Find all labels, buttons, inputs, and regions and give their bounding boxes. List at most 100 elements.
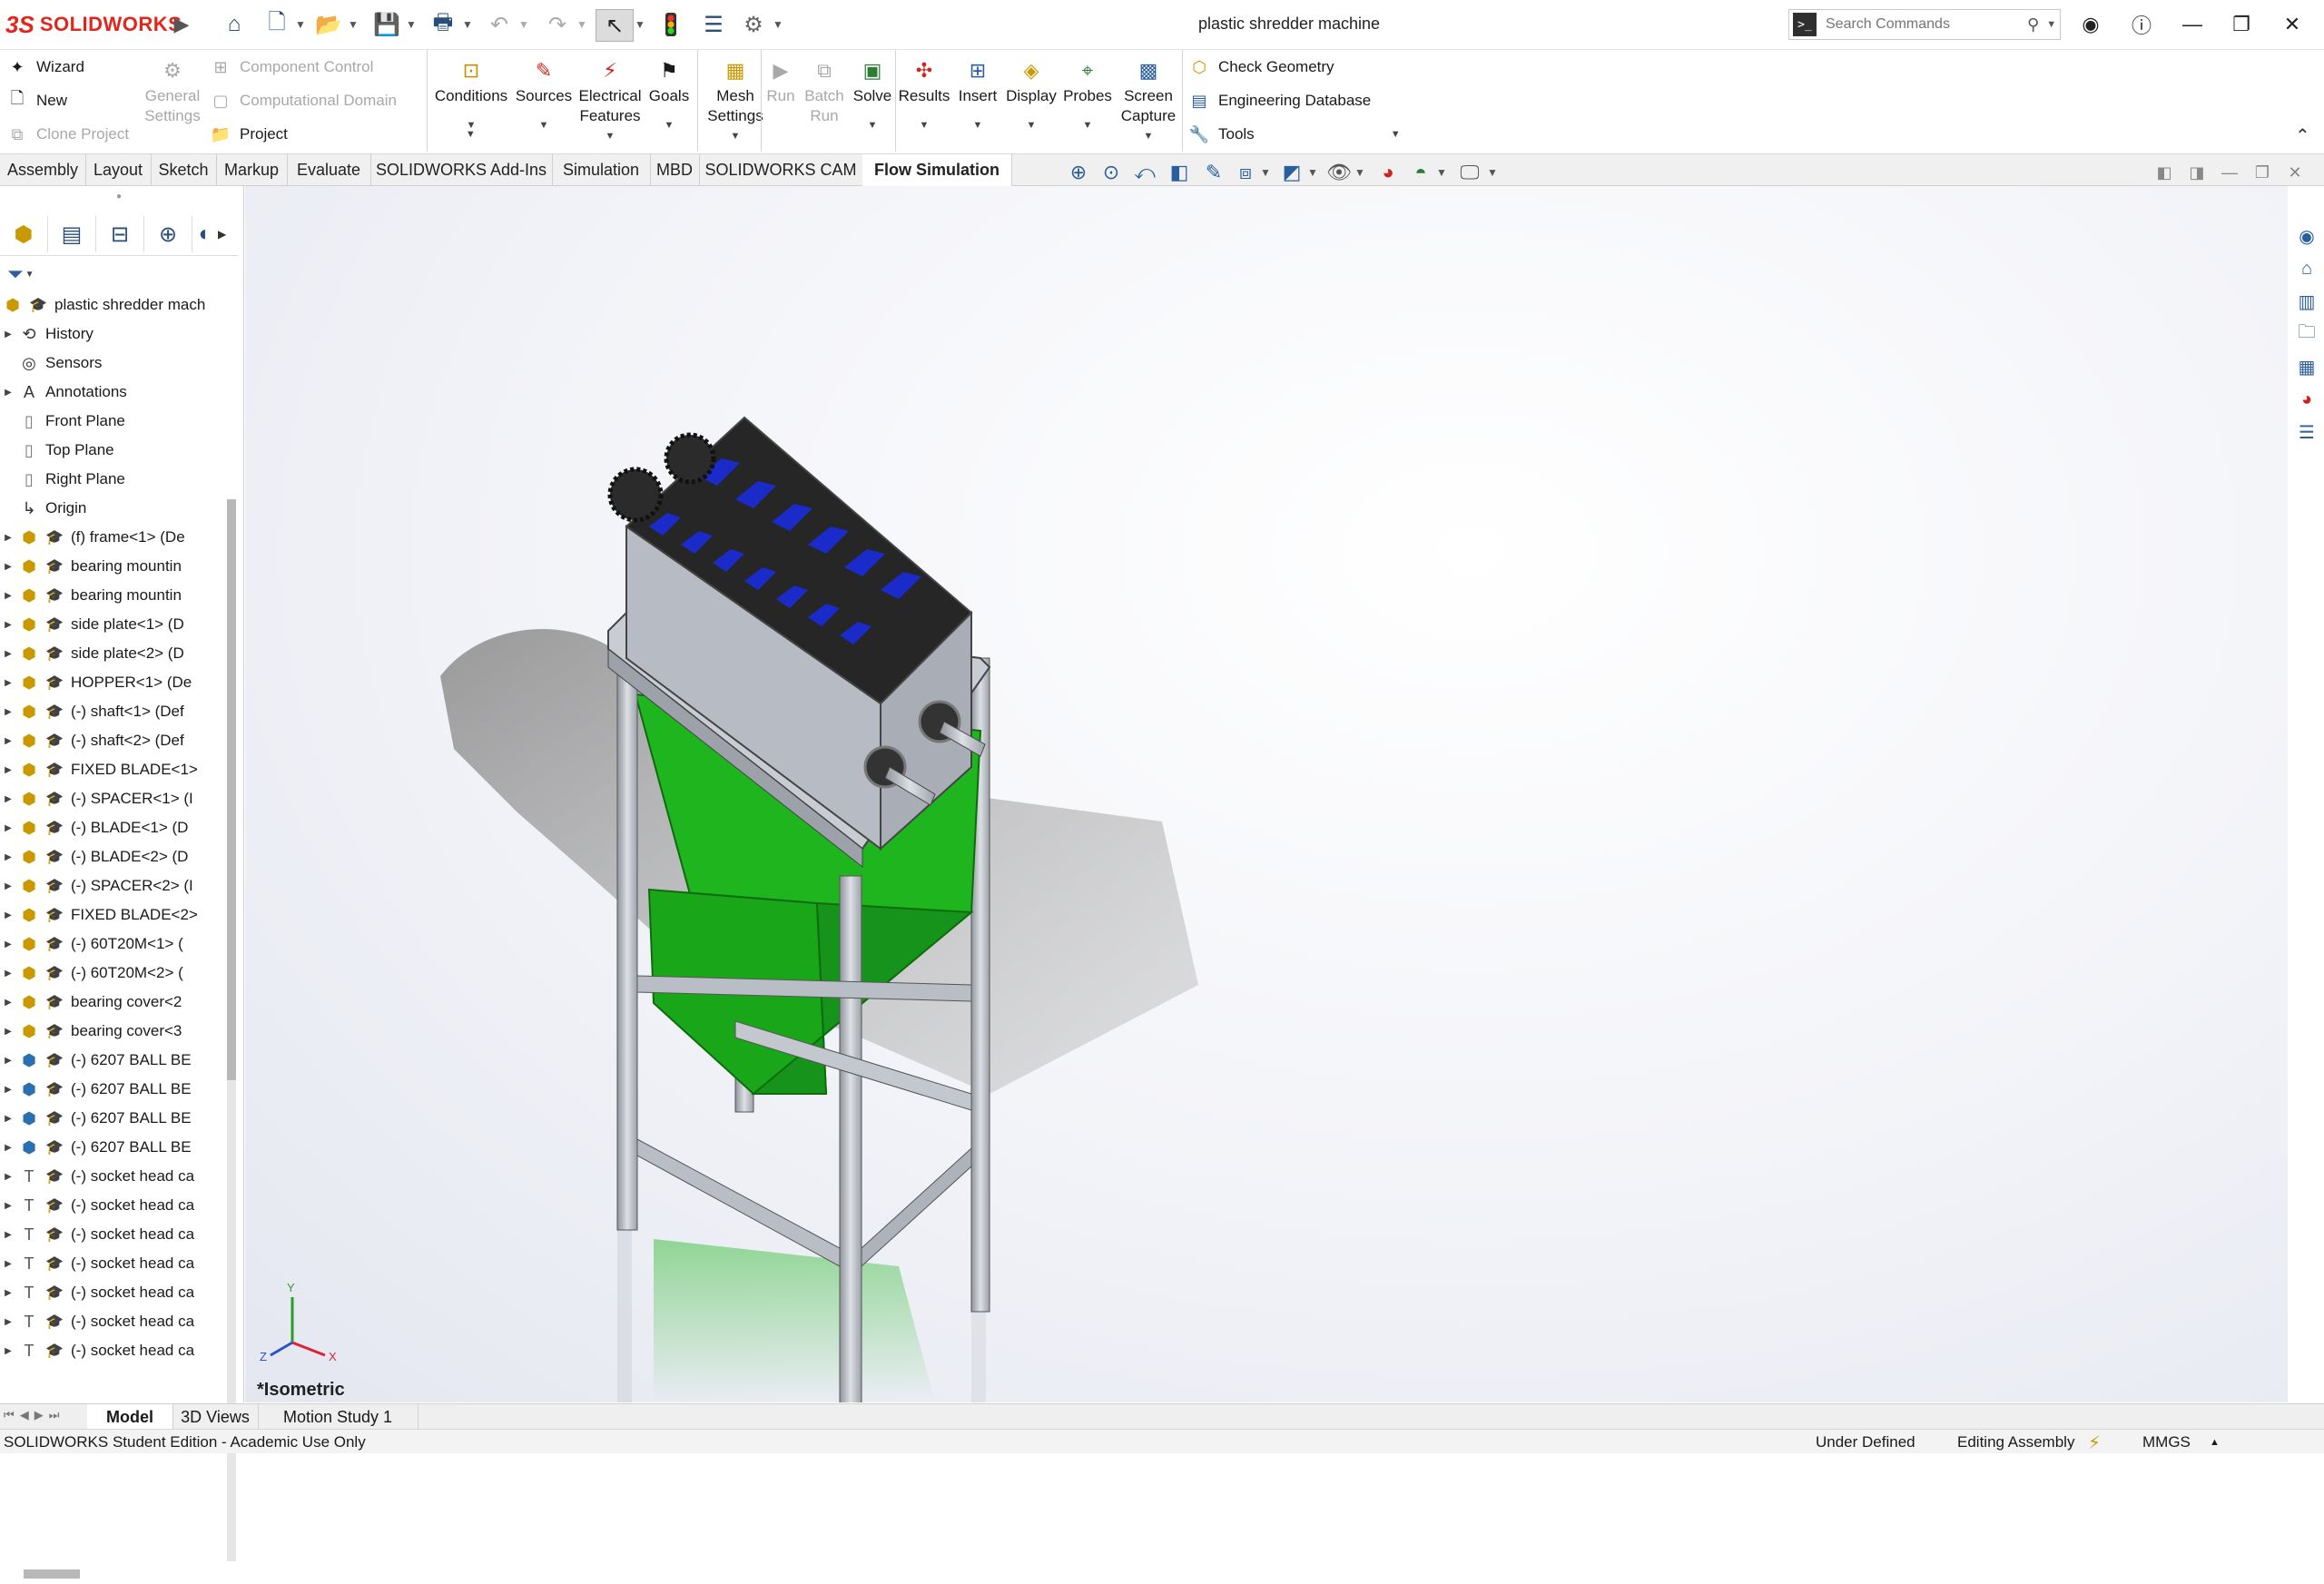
check-geometry-button[interactable]: ⬡ Check Geometry [1189, 52, 1334, 83]
mesh-settings-dropdown-icon[interactable]: ▼ [731, 126, 741, 146]
view-settings-monitor-icon[interactable]: 🖵 [1452, 161, 1487, 184]
clone-project-button[interactable]: ⧉ Clone Project [7, 119, 130, 150]
home-icon[interactable]: ⌂ [218, 9, 251, 40]
restore-window-icon[interactable]: ❐ [2222, 7, 2260, 42]
tree-item[interactable]: ▶ T 🎓 (-) socket head ca [0, 1191, 225, 1220]
viewport-close-icon[interactable]: ✕ [2279, 163, 2311, 182]
expand-arrow-icon[interactable]: ▶ [0, 678, 16, 688]
save-dropdown-icon[interactable]: ▼ [405, 9, 418, 40]
tree-item[interactable]: ▶ ⬢ 🎓 (-) SPACER<1> (I [0, 784, 225, 813]
rebuild-traffic-light-icon[interactable] [655, 9, 686, 40]
tab-evaluate[interactable]: Evaluate [287, 154, 371, 185]
display-style-dropdown-icon[interactable]: ▼ [1307, 166, 1324, 179]
solve-button[interactable]: ▣ Solve ▼ [852, 57, 893, 135]
solve-dropdown-icon[interactable]: ▼ [868, 115, 878, 135]
expand-arrow-icon[interactable]: ▶ [0, 1201, 16, 1211]
tree-item[interactable]: ▶ T 🎓 (-) socket head ca [0, 1162, 225, 1191]
appearances-icon[interactable]: ◕ [2292, 386, 2321, 413]
wizard-button[interactable]: ✦ Wizard [7, 52, 84, 83]
solidworks-logo[interactable]: 3S SOLIDWORKS [5, 11, 182, 38]
expand-arrow-icon[interactable]: ▶ [0, 881, 16, 891]
tree-item[interactable]: ▶ ⬢ 🎓 (-) shaft<1> (Def [0, 697, 225, 726]
tree-item[interactable]: ▶ T 🎓 (-) socket head ca [0, 1249, 225, 1278]
tabs-scroll-right-icon[interactable]: ▶ [218, 228, 226, 241]
sources-dropdown-icon[interactable]: ▼ [539, 115, 549, 135]
tab-sketch[interactable]: Sketch [151, 154, 217, 185]
expand-arrow-icon[interactable]: ▶ [0, 649, 16, 659]
display-dropdown-icon[interactable]: ▼ [1027, 115, 1037, 135]
file-properties-icon[interactable]: ☰ [697, 9, 730, 40]
insert-dropdown-icon[interactable]: ▼ [973, 115, 983, 135]
results-button[interactable]: ✣ Results ▼ [899, 57, 950, 135]
tree-item[interactable]: ▶ ⬢ 🎓 (-) 6207 BALL BE [0, 1075, 225, 1104]
tab-assembly[interactable]: Assembly [0, 154, 86, 185]
tree-item[interactable]: ▶ ⬢ 🎓 FIXED BLADE<1> [0, 755, 225, 784]
property-manager-icon[interactable]: ▤ [48, 216, 96, 252]
filter-funnel-icon[interactable]: ⏷ [7, 262, 24, 286]
tree-item[interactable]: ▶ ⬢ 🎓 bearing mountin [0, 552, 225, 581]
display-style-icon[interactable]: ◩ [1276, 161, 1307, 184]
search-commands-box[interactable]: >_ ⚲ ▼ [1788, 9, 2061, 40]
dimxpert-manager-icon[interactable]: ⊕ [144, 216, 192, 252]
batch-run-button[interactable]: ⧉ Batch Run [799, 57, 850, 126]
tab-model[interactable]: Model [87, 1404, 173, 1430]
expand-arrow-icon[interactable]: ▶ [0, 736, 16, 746]
expand-arrow-icon[interactable]: ▶ [0, 823, 16, 833]
expand-arrow-icon[interactable]: ▶ [0, 852, 16, 862]
print-dropdown-icon[interactable]: ▼ [461, 9, 474, 40]
close-window-icon[interactable]: ✕ [2273, 7, 2311, 42]
goals-dropdown-icon[interactable]: ▼ [665, 115, 675, 135]
hide-show-dropdown-icon[interactable]: ▼ [1354, 166, 1371, 179]
solidworks-resources-icon[interactable]: ◉ [2292, 222, 2321, 250]
tree-item[interactable]: ▶ ⬢ 🎓 (-) 60T20M<2> ( [0, 959, 225, 988]
tree-item[interactable]: ▶ ⬢ 🎓 (-) SPACER<2> (I [0, 871, 225, 900]
sources-button[interactable]: ✎ Sources ▼ [514, 57, 574, 135]
expand-arrow-icon[interactable]: ▶ [0, 1114, 16, 1124]
graphics-viewport[interactable]: Y X Z [245, 186, 2288, 1402]
tree-item[interactable]: ▶ ⟲ History [0, 320, 225, 349]
tab-motion-study[interactable]: Motion Study 1 [258, 1404, 419, 1430]
tree-item[interactable]: ▶ ⬢ 🎓 HOPPER<1> (De [0, 668, 225, 697]
view-orientation-icon[interactable]: ⧈ [1231, 161, 1260, 184]
tree-item[interactable]: ▶ T 🎓 (-) socket head ca [0, 1336, 225, 1365]
zoom-to-fit-icon[interactable]: ⊕ [1062, 161, 1095, 184]
tools-dropdown-icon[interactable]: ▼ [1391, 129, 1401, 140]
shredder-model-render[interactable] [245, 186, 2288, 1402]
engineering-database-button[interactable]: ▤ Engineering Database [1189, 85, 1371, 116]
apply-scene-icon[interactable]: ◓ [1405, 161, 1436, 184]
expand-arrow-icon[interactable]: ▶ [0, 969, 16, 979]
design-library-icon[interactable]: ▥ [2292, 288, 2321, 315]
display-manager-icon[interactable]: ◐ [192, 216, 218, 252]
tree-item[interactable]: ▶ A Annotations [0, 378, 225, 407]
collapse-ribbon-chevron-up-icon[interactable]: ⌃ [2295, 124, 2310, 147]
tree-item[interactable]: ↳ Origin [0, 494, 225, 523]
expand-arrow-icon[interactable]: ▶ [0, 1085, 16, 1095]
expand-arrow-icon[interactable]: ▶ [0, 1230, 16, 1240]
menu-expand-arrow-icon[interactable]: ▶ [171, 9, 192, 40]
tab-markup[interactable]: Markup [216, 154, 288, 185]
section-view-icon[interactable]: ◧ [1162, 161, 1196, 184]
expand-arrow-icon[interactable]: ▶ [0, 1288, 16, 1298]
expand-arrow-icon[interactable]: ▶ [0, 707, 16, 717]
tree-item[interactable]: ▶ ⬢ 🎓 (f) frame<1> (De [0, 523, 225, 552]
electrical-features-button[interactable]: ⚡ Electrical Features ▼ [576, 57, 645, 146]
new-document-icon[interactable]: 🗋 [261, 9, 292, 40]
tree-item[interactable]: ▶ ⬢ 🎓 bearing cover<3 [0, 1017, 225, 1046]
options-dropdown-icon[interactable]: ▼ [772, 9, 784, 40]
tree-item[interactable]: ▶ T 🎓 (-) socket head ca [0, 1220, 225, 1249]
filter-dropdown-icon[interactable]: ▼ [25, 270, 34, 280]
tree-item[interactable]: ▶ ⬢ 🎓 (-) BLADE<1> (D [0, 813, 225, 842]
expand-arrow-icon[interactable]: ▶ [0, 591, 16, 601]
probes-dropdown-icon[interactable]: ▼ [1083, 115, 1093, 135]
tree-item[interactable]: ▶ ⬢ 🎓 (-) shaft<2> (Def [0, 726, 225, 755]
print-icon[interactable]: 🖶 [427, 9, 459, 40]
search-commands-input[interactable] [1824, 15, 2027, 34]
viewport-minimize-icon[interactable]: — [2213, 163, 2246, 182]
tab-scroll-arrows-icon[interactable]: ⏮◀▶⏭ [4, 1408, 64, 1422]
hide-show-items-eye-icon[interactable]: 👁 [1324, 161, 1354, 184]
tree-item[interactable]: ◎ Sensors [0, 349, 225, 378]
display-button[interactable]: ◈ Display ▼ [1004, 57, 1059, 135]
home-icon[interactable]: ⌂ [2292, 255, 2321, 282]
expand-arrow-icon[interactable]: ▶ [0, 1143, 16, 1153]
electrical-features-dropdown-icon[interactable]: ▼ [606, 126, 615, 146]
